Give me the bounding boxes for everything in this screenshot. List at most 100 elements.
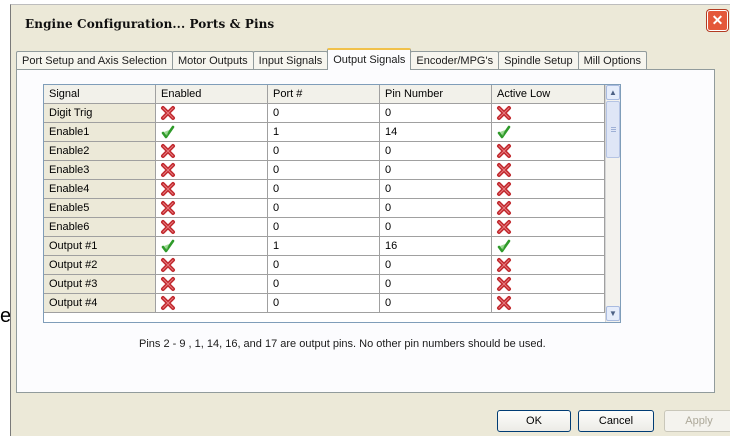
x-icon[interactable] bbox=[160, 181, 176, 197]
apply-button[interactable]: Apply bbox=[664, 410, 730, 432]
cell-enabled[interactable] bbox=[156, 123, 268, 142]
x-icon[interactable] bbox=[496, 295, 512, 311]
x-icon[interactable] bbox=[160, 105, 176, 121]
x-icon[interactable] bbox=[496, 200, 512, 216]
scroll-down-button[interactable]: ▼ bbox=[606, 306, 620, 321]
x-icon[interactable] bbox=[496, 181, 512, 197]
cell-port[interactable]: 0 bbox=[268, 275, 380, 294]
cell-enabled[interactable] bbox=[156, 237, 268, 256]
cell-port[interactable]: 0 bbox=[268, 161, 380, 180]
cell-active-low[interactable] bbox=[492, 142, 605, 161]
scroll-up-button[interactable]: ▲ bbox=[606, 85, 620, 100]
x-icon[interactable] bbox=[160, 200, 176, 216]
cell-signal[interactable]: Enable3 bbox=[44, 161, 156, 180]
tab-motor-outputs[interactable]: Motor Outputs bbox=[171, 51, 254, 70]
cell-pin[interactable]: 0 bbox=[380, 161, 492, 180]
cell-active-low[interactable] bbox=[492, 180, 605, 199]
tab-port-setup-and-axis-selection[interactable]: Port Setup and Axis Selection bbox=[16, 51, 173, 70]
cell-enabled[interactable] bbox=[156, 275, 268, 294]
cell-enabled[interactable] bbox=[156, 142, 268, 161]
cell-enabled[interactable] bbox=[156, 256, 268, 275]
cell-pin[interactable]: 0 bbox=[380, 180, 492, 199]
grid-vertical-scrollbar[interactable]: ▲ ▼ bbox=[605, 85, 620, 322]
cell-signal[interactable]: Digit Trig bbox=[44, 104, 156, 123]
cancel-button[interactable]: Cancel bbox=[578, 410, 654, 432]
scroll-thumb[interactable] bbox=[606, 101, 620, 158]
cell-port[interactable]: 0 bbox=[268, 180, 380, 199]
x-icon[interactable] bbox=[160, 143, 176, 159]
cell-signal[interactable]: Output #2 bbox=[44, 256, 156, 275]
cell-signal[interactable]: Enable4 bbox=[44, 180, 156, 199]
x-icon[interactable] bbox=[160, 295, 176, 311]
cell-signal[interactable]: Enable2 bbox=[44, 142, 156, 161]
cell-signal[interactable]: Output #4 bbox=[44, 294, 156, 313]
cell-port[interactable]: 0 bbox=[268, 142, 380, 161]
x-icon[interactable] bbox=[496, 276, 512, 292]
check-icon[interactable] bbox=[496, 124, 512, 140]
check-icon[interactable] bbox=[160, 238, 176, 254]
cell-signal[interactable]: Enable6 bbox=[44, 218, 156, 237]
cell-active-low[interactable] bbox=[492, 237, 605, 256]
cell-active-low[interactable] bbox=[492, 104, 605, 123]
cell-pin[interactable]: 0 bbox=[380, 142, 492, 161]
cell-active-low[interactable] bbox=[492, 294, 605, 313]
x-icon[interactable] bbox=[496, 162, 512, 178]
cell-signal[interactable]: Output #1 bbox=[44, 237, 156, 256]
x-icon[interactable] bbox=[496, 143, 512, 159]
cell-port[interactable]: 0 bbox=[268, 294, 380, 313]
x-icon[interactable] bbox=[496, 257, 512, 273]
tab-input-signals[interactable]: Input Signals bbox=[252, 51, 329, 70]
cell-active-low[interactable] bbox=[492, 275, 605, 294]
cell-signal[interactable]: Output #3 bbox=[44, 275, 156, 294]
check-icon[interactable] bbox=[160, 124, 176, 140]
tab-output-signals[interactable]: Output Signals bbox=[327, 48, 412, 70]
cell-port[interactable]: 0 bbox=[268, 218, 380, 237]
cell-enabled[interactable] bbox=[156, 161, 268, 180]
cell-enabled[interactable] bbox=[156, 199, 268, 218]
column-header-port[interactable]: Port # bbox=[268, 85, 380, 104]
column-header-active-low[interactable]: Active Low bbox=[492, 85, 605, 104]
table-row: Enable5 0 0 bbox=[44, 199, 605, 218]
cell-pin[interactable]: 0 bbox=[380, 218, 492, 237]
cell-port[interactable]: 0 bbox=[268, 256, 380, 275]
close-button[interactable]: ✕ bbox=[707, 10, 728, 31]
cell-active-low[interactable] bbox=[492, 199, 605, 218]
column-header-enabled[interactable]: Enabled bbox=[156, 85, 268, 104]
tab-spindle-setup[interactable]: Spindle Setup bbox=[498, 51, 579, 70]
cell-signal[interactable]: Enable5 bbox=[44, 199, 156, 218]
cell-pin[interactable]: 0 bbox=[380, 294, 492, 313]
cell-port[interactable]: 0 bbox=[268, 199, 380, 218]
cell-pin[interactable]: 0 bbox=[380, 104, 492, 123]
cell-active-low[interactable] bbox=[492, 123, 605, 142]
cell-signal[interactable]: Enable1 bbox=[44, 123, 156, 142]
cell-enabled[interactable] bbox=[156, 180, 268, 199]
tab-encoder-mpg-s[interactable]: Encoder/MPG's bbox=[410, 51, 500, 70]
cell-enabled[interactable] bbox=[156, 104, 268, 123]
x-icon[interactable] bbox=[160, 219, 176, 235]
window-title: Engine Configuration... Ports & Pins bbox=[25, 17, 275, 31]
cell-active-low[interactable] bbox=[492, 218, 605, 237]
cell-port[interactable]: 1 bbox=[268, 237, 380, 256]
check-icon[interactable] bbox=[496, 238, 512, 254]
cell-port[interactable]: 1 bbox=[268, 123, 380, 142]
x-icon[interactable] bbox=[160, 276, 176, 292]
cell-port[interactable]: 0 bbox=[268, 104, 380, 123]
cell-enabled[interactable] bbox=[156, 294, 268, 313]
title-bar[interactable]: Engine Configuration... Ports & Pins ✕ bbox=[11, 5, 730, 38]
cell-pin[interactable]: 14 bbox=[380, 123, 492, 142]
tab-mill-options[interactable]: Mill Options bbox=[577, 51, 648, 70]
cell-active-low[interactable] bbox=[492, 161, 605, 180]
x-icon[interactable] bbox=[160, 257, 176, 273]
ok-button[interactable]: OK bbox=[497, 410, 571, 432]
cell-enabled[interactable] bbox=[156, 218, 268, 237]
column-header-signal[interactable]: Signal bbox=[44, 85, 156, 104]
x-icon[interactable] bbox=[496, 219, 512, 235]
cell-pin[interactable]: 0 bbox=[380, 256, 492, 275]
cell-pin[interactable]: 0 bbox=[380, 275, 492, 294]
column-header-pin-number[interactable]: Pin Number bbox=[380, 85, 492, 104]
cell-pin[interactable]: 16 bbox=[380, 237, 492, 256]
x-icon[interactable] bbox=[496, 105, 512, 121]
x-icon[interactable] bbox=[160, 162, 176, 178]
cell-active-low[interactable] bbox=[492, 256, 605, 275]
cell-pin[interactable]: 0 bbox=[380, 199, 492, 218]
